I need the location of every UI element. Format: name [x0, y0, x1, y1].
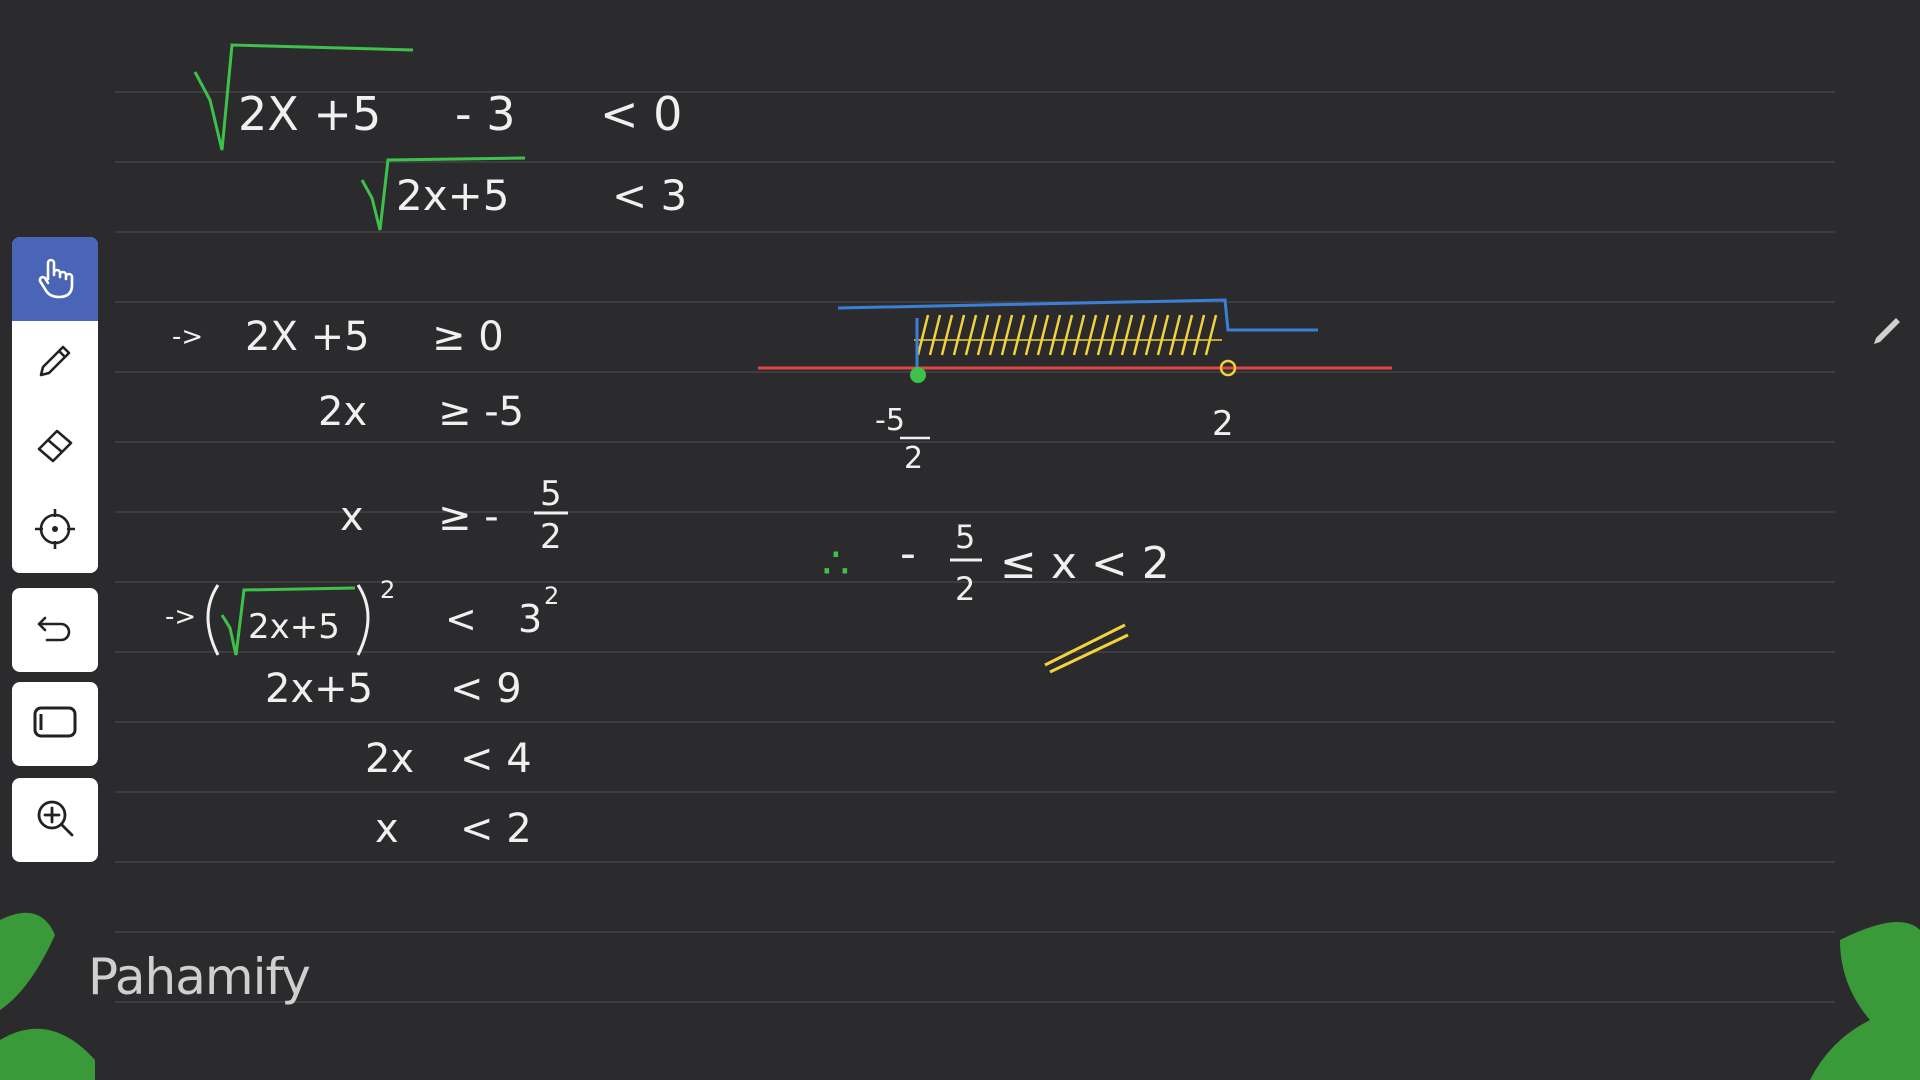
- cond1-relation: ≥ 0: [432, 314, 504, 360]
- squared-step: -> 2x+5 2 < 3 2: [165, 576, 559, 656]
- step3-relation: < 4: [460, 736, 532, 782]
- number-line-diagram: -5 2 2: [758, 298, 1392, 476]
- cond3-denominator: 2: [540, 517, 562, 557]
- hand-tool-button[interactable]: [12, 237, 98, 321]
- line2-radicand: 2x+5: [396, 171, 510, 220]
- sq-radicand: 2x+5: [248, 607, 340, 647]
- cond1-left: 2X +5: [245, 314, 370, 360]
- sq-open-paren: [206, 584, 220, 656]
- sq-exponent: 2: [380, 576, 395, 604]
- laser-pointer-icon: [31, 505, 79, 557]
- solution-steps: 2x+5 < 9 2x < 4 x < 2: [265, 666, 532, 852]
- laser-pointer-tool-button[interactable]: [12, 489, 98, 573]
- sq-relation: <: [445, 597, 477, 641]
- undo-icon: [33, 606, 77, 654]
- hand-icon: [31, 253, 79, 305]
- whiteboard-canvas[interactable]: 2X +5 - 3 < 0 2x+5 < 3 -> 2X +5 ≥ 0 2x ≥…: [0, 0, 1920, 1080]
- shape-tool-button[interactable]: [12, 682, 98, 766]
- answer-numerator: 5: [955, 518, 975, 556]
- inequality-line-2: 2x+5 < 3: [360, 156, 687, 231]
- answer-therefore: ∴: [822, 538, 850, 589]
- hatching: [914, 314, 1222, 356]
- final-answer: ∴ - 5 2 ≤ x < 2: [822, 518, 1170, 674]
- sq-close-paren: [356, 584, 370, 656]
- answer-denominator: 2: [955, 570, 975, 608]
- step2-relation: < 9: [450, 666, 522, 712]
- line1-relation: < 0: [600, 87, 682, 141]
- brand-name: Pahamify: [88, 948, 311, 1006]
- line1-minus-three: - 3: [455, 87, 516, 141]
- answer-minus: -: [900, 528, 916, 579]
- cond1-arrow: ->: [172, 322, 203, 352]
- answer-underline: [1044, 623, 1129, 674]
- numline-left-denominator: 2: [904, 441, 923, 476]
- drawing-toolbar: [12, 237, 98, 573]
- sq-arrow: ->: [165, 602, 196, 632]
- domain-condition: -> 2X +5 ≥ 0 2x ≥ -5 x ≥ - 5 2: [172, 314, 568, 557]
- cond3-numerator: 5: [540, 474, 562, 514]
- undo-button[interactable]: [12, 588, 98, 672]
- line2-relation: < 3: [612, 171, 687, 220]
- leaf-decoration-left: [0, 912, 95, 1080]
- pen-icon: [31, 337, 79, 389]
- step2-left: 2x+5: [265, 666, 373, 712]
- brand-logo: Pahamify: [88, 948, 311, 1006]
- zoom-button[interactable]: [12, 778, 98, 862]
- step4-left: x: [375, 806, 399, 852]
- eraser-tool-button[interactable]: [12, 405, 98, 489]
- step4-relation: < 2: [460, 806, 532, 852]
- closed-endpoint: [910, 367, 926, 383]
- eraser-icon: [31, 421, 79, 473]
- pen-tool-button[interactable]: [12, 321, 98, 405]
- sq-rhs: 3: [518, 597, 542, 641]
- line1-radicand: 2X +5: [238, 87, 381, 141]
- pen-cursor-icon: [1870, 312, 1906, 352]
- sq-rhs-exponent: 2: [544, 582, 559, 610]
- cond3-relation: ≥ -: [438, 494, 499, 540]
- numline-right-label: 2: [1212, 404, 1234, 444]
- cond2-left: 2x: [318, 389, 367, 435]
- answer-rest: ≤ x < 2: [1000, 538, 1170, 589]
- inequality-line-1: 2X +5 - 3 < 0: [193, 43, 682, 151]
- numline-left-numerator: -5: [875, 403, 905, 438]
- cond3-left: x: [340, 494, 364, 540]
- cond2-relation: ≥ -5: [438, 389, 524, 435]
- zoom-in-icon: [32, 795, 78, 845]
- rectangle-icon: [31, 702, 79, 746]
- blue-interval: [837, 298, 1318, 332]
- step3-left: 2x: [365, 736, 414, 782]
